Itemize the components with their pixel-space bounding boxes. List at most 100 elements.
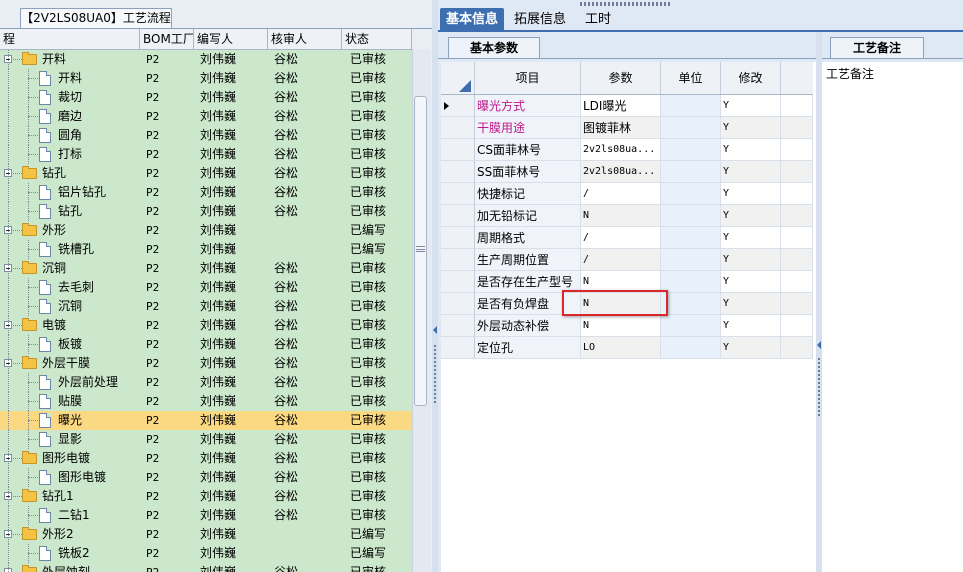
param-row[interactable]: 生产周期位置 / Y	[441, 249, 813, 271]
param-value[interactable]: LO	[581, 337, 661, 359]
tab-basic-params[interactable]: 基本参数	[448, 37, 540, 59]
param-row[interactable]: 曝光方式 LDI曝光 Y	[441, 95, 813, 117]
param-modify-flag[interactable]: Y	[721, 95, 781, 117]
param-modify-flag[interactable]: Y	[721, 271, 781, 293]
param-modify-flag[interactable]: Y	[721, 205, 781, 227]
tree-folder-row[interactable]: 外形2 P2 刘伟巍 已编写	[0, 525, 412, 544]
column-header-param[interactable]: 参数	[581, 62, 661, 94]
row-indicator[interactable]	[441, 139, 475, 161]
tree-folder-row[interactable]: 沉铜 P2 刘伟巍 谷松 已审核	[0, 259, 412, 278]
tree-item-row[interactable]: 铝片钻孔 P2 刘伟巍 谷松 已审核	[0, 183, 412, 202]
param-modify-flag[interactable]: Y	[721, 337, 781, 359]
param-modify-flag[interactable]: Y	[721, 227, 781, 249]
tree-folder-row[interactable]: 开料 P2 刘伟巍 谷松 已审核	[0, 50, 412, 69]
row-indicator[interactable]	[441, 315, 475, 337]
param-item-name[interactable]: CS面菲林号	[475, 139, 581, 161]
param-item-name[interactable]: 曝光方式	[475, 95, 581, 117]
tree-folder-row[interactable]: 钻孔 P2 刘伟巍 谷松 已审核	[0, 164, 412, 183]
row-indicator[interactable]	[441, 227, 475, 249]
param-modify-flag[interactable]: Y	[721, 161, 781, 183]
column-header-unit[interactable]: 单位	[661, 62, 721, 94]
row-indicator[interactable]	[441, 161, 475, 183]
param-value[interactable]: /	[581, 249, 661, 271]
tree-folder-row[interactable]: 外层蚀刻 P2 刘伟巍 谷松 已审核	[0, 563, 412, 572]
tree-item-row[interactable]: 板镀 P2 刘伟巍 谷松 已审核	[0, 335, 412, 354]
param-item-name[interactable]: 快捷标记	[475, 183, 581, 205]
column-header-reviewer[interactable]: 核审人	[268, 29, 342, 49]
param-row[interactable]: 周期格式 / Y	[441, 227, 813, 249]
param-row[interactable]: SS面菲林号 2v2ls08ua... Y	[441, 161, 813, 183]
tree-folder-row[interactable]: 图形电镀 P2 刘伟巍 谷松 已审核	[0, 449, 412, 468]
collapse-left-icon[interactable]	[433, 326, 437, 334]
tree-item-row[interactable]: 圆角 P2 刘伟巍 谷松 已审核	[0, 126, 412, 145]
top-splitter-grip-icon[interactable]	[580, 2, 670, 6]
param-value[interactable]: /	[581, 183, 661, 205]
param-item-name[interactable]: 加无铅标记	[475, 205, 581, 227]
param-unit[interactable]	[661, 117, 721, 139]
param-unit[interactable]	[661, 161, 721, 183]
tree-item-row[interactable]: 铣板2 P2 刘伟巍 已编写	[0, 544, 412, 563]
param-unit[interactable]	[661, 315, 721, 337]
param-row[interactable]: 外层动态补偿 N Y	[441, 315, 813, 337]
param-value[interactable]: 2v2ls08ua...	[581, 161, 661, 183]
select-all-corner-icon[interactable]	[459, 80, 471, 92]
param-item-name[interactable]: 定位孔	[475, 337, 581, 359]
row-indicator[interactable]	[441, 293, 475, 315]
param-row[interactable]: 定位孔 LO Y	[441, 337, 813, 359]
tree-item-row[interactable]: 曝光 P2 刘伟巍 谷松 已审核	[0, 411, 412, 430]
param-item-name[interactable]: 干膜用途	[475, 117, 581, 139]
row-indicator[interactable]	[441, 205, 475, 227]
param-modify-flag[interactable]: Y	[721, 249, 781, 271]
param-value[interactable]: 图镀菲林	[581, 117, 661, 139]
param-unit[interactable]	[661, 293, 721, 315]
tree-item-row[interactable]: 去毛刺 P2 刘伟巍 谷松 已审核	[0, 278, 412, 297]
param-value[interactable]: N	[581, 205, 661, 227]
param-unit[interactable]	[661, 139, 721, 161]
tab-extended-info[interactable]: 拓展信息	[508, 8, 572, 32]
param-row[interactable]: CS面菲林号 2v2ls08ua... Y	[441, 139, 813, 161]
param-modify-flag[interactable]: Y	[721, 139, 781, 161]
tree-item-row[interactable]: 打标 P2 刘伟巍 谷松 已审核	[0, 145, 412, 164]
param-value[interactable]: LDI曝光	[581, 95, 661, 117]
row-indicator[interactable]	[441, 95, 475, 117]
param-row[interactable]: 干膜用途 图镀菲林 Y	[441, 117, 813, 139]
tree-item-row[interactable]: 铣槽孔 P2 刘伟巍 已编写	[0, 240, 412, 259]
param-unit[interactable]	[661, 337, 721, 359]
param-unit[interactable]	[661, 249, 721, 271]
param-unit[interactable]	[661, 227, 721, 249]
column-header-modify[interactable]: 修改	[721, 62, 781, 94]
param-modify-flag[interactable]: Y	[721, 117, 781, 139]
column-header-bom[interactable]: BOM工厂	[140, 29, 194, 49]
process-flow-tab[interactable]: 【2V2LS08UA0】工艺流程	[20, 8, 172, 28]
param-item-name[interactable]: SS面菲林号	[475, 161, 581, 183]
param-value[interactable]: 2v2ls08ua...	[581, 139, 661, 161]
param-unit[interactable]	[661, 271, 721, 293]
param-item-name[interactable]: 周期格式	[475, 227, 581, 249]
row-indicator[interactable]	[441, 183, 475, 205]
row-indicator[interactable]	[441, 249, 475, 271]
tab-work-hours[interactable]: 工时	[576, 8, 620, 32]
tab-process-notes[interactable]: 工艺备注	[830, 37, 924, 59]
param-modify-flag[interactable]: Y	[721, 293, 781, 315]
row-indicator[interactable]	[441, 271, 475, 293]
tree-item-row[interactable]: 二钻1 P2 刘伟巍 谷松 已审核	[0, 506, 412, 525]
param-value[interactable]: /	[581, 227, 661, 249]
tree-item-row[interactable]: 显影 P2 刘伟巍 谷松 已审核	[0, 430, 412, 449]
tree-item-row[interactable]: 裁切 P2 刘伟巍 谷松 已审核	[0, 88, 412, 107]
param-item-name[interactable]: 外层动态补偿	[475, 315, 581, 337]
tree-item-row[interactable]: 图形电镀 P2 刘伟巍 谷松 已审核	[0, 468, 412, 487]
tree-folder-row[interactable]: 外层干膜 P2 刘伟巍 谷松 已审核	[0, 354, 412, 373]
column-header-process[interactable]: 程	[0, 29, 140, 49]
row-indicator[interactable]	[441, 337, 475, 359]
param-unit[interactable]	[661, 95, 721, 117]
param-unit[interactable]	[661, 205, 721, 227]
row-indicator[interactable]	[441, 117, 475, 139]
param-row[interactable]: 快捷标记 / Y	[441, 183, 813, 205]
tree-folder-row[interactable]: 钻孔1 P2 刘伟巍 谷松 已审核	[0, 487, 412, 506]
column-header-item[interactable]: 项目	[475, 62, 581, 94]
param-unit[interactable]	[661, 183, 721, 205]
param-row[interactable]: 加无铅标记 N Y	[441, 205, 813, 227]
column-header-status[interactable]: 状态	[342, 29, 412, 49]
collapse-right-icon[interactable]	[817, 341, 821, 349]
tree-item-row[interactable]: 钻孔 P2 刘伟巍 谷松 已审核	[0, 202, 412, 221]
